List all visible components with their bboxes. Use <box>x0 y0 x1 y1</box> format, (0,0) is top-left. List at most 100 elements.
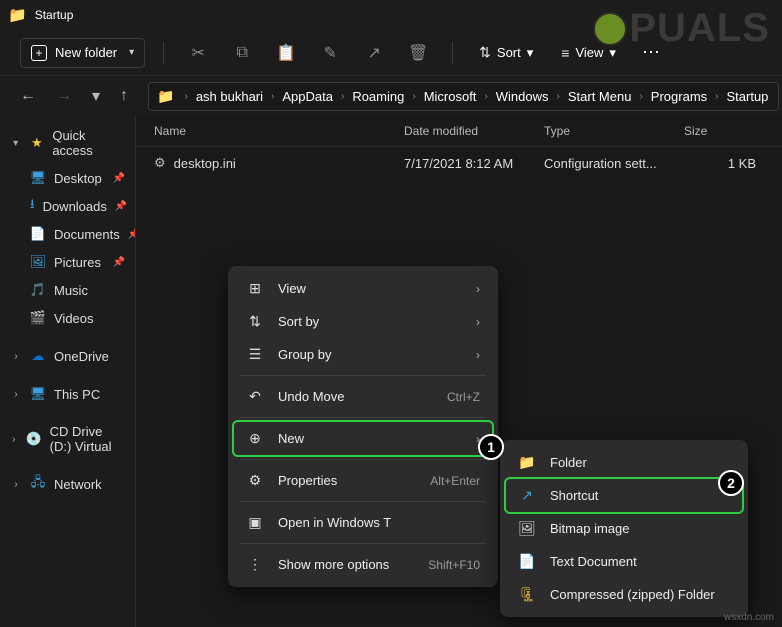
sidebar-item-quick-access[interactable]: ▾★Quick access <box>0 122 135 164</box>
address-bar[interactable]: 📁 › ash bukhari› AppData› Roaming› Micro… <box>148 82 779 111</box>
chevron-icon: › <box>635 91 646 102</box>
group-icon: ☰ <box>246 346 264 363</box>
folder-icon: 📁 <box>518 454 536 471</box>
breadcrumb[interactable]: AppData <box>280 87 335 106</box>
col-name[interactable]: Name <box>154 124 404 138</box>
new-zip[interactable]: 🗜Compressed (zipped) Folder <box>506 578 742 611</box>
sidebar-item-videos[interactable]: 🎬 Videos <box>0 304 135 332</box>
up-button[interactable]: ↑ <box>112 81 136 111</box>
label: This PC <box>54 387 100 402</box>
label: Documents <box>54 227 120 242</box>
chevron-icon: › <box>180 91 191 102</box>
label: Compressed (zipped) Folder <box>550 587 715 602</box>
chevron-down-icon: ▾ <box>129 47 134 58</box>
sidebar-item-this-pc[interactable]: ›🖥This PC <box>0 380 135 408</box>
folder-icon: 📁 <box>8 6 27 24</box>
sidebar-item-pictures[interactable]: 🖼Pictures📌 <box>0 248 135 276</box>
sidebar-item-onedrive[interactable]: ›☁OneDrive <box>0 342 135 370</box>
share-button[interactable]: ↗ <box>358 37 390 69</box>
chevron-icon: › <box>408 91 419 102</box>
separator <box>240 543 486 544</box>
sidebar-item-network[interactable]: ›🖧Network <box>0 470 135 498</box>
col-size[interactable]: Size <box>684 124 764 138</box>
label: New <box>278 431 304 446</box>
new-folder-label: New folder <box>55 45 117 60</box>
new-folder[interactable]: 📁Folder <box>506 446 742 479</box>
col-type[interactable]: Type <box>544 124 684 138</box>
chevron-down-icon: ▾ <box>10 138 21 149</box>
col-modified[interactable]: Date modified <box>404 124 544 138</box>
label: Videos <box>54 311 94 326</box>
chevron-icon: › <box>267 91 278 102</box>
sort-button[interactable]: ⇅ Sort ▾ <box>471 38 541 67</box>
picture-icon: 🖼 <box>30 254 46 270</box>
breadcrumb[interactable]: Startup <box>725 87 771 106</box>
label: OneDrive <box>54 349 109 364</box>
ctx-properties[interactable]: ⚙PropertiesAlt+Enter <box>234 464 492 497</box>
pin-icon: 📌 <box>128 229 136 240</box>
star-icon: ★ <box>29 135 44 151</box>
label: Network <box>54 477 102 492</box>
sidebar-item-music[interactable]: 🎵Music <box>0 276 135 304</box>
ctx-sort-by[interactable]: ⇅Sort by› <box>234 305 492 338</box>
label: Properties <box>278 473 337 488</box>
delete-button[interactable]: 🗑 <box>402 37 434 69</box>
recent-button[interactable]: ▾ <box>84 80 108 112</box>
label: View <box>278 281 306 296</box>
annotation-bubble-2: 2 <box>718 470 744 496</box>
new-folder-button[interactable]: + New folder ▾ <box>20 38 145 68</box>
chevron-right-icon: › <box>476 348 480 362</box>
chevron-down-icon: ▾ <box>527 45 534 61</box>
chevron-right-icon: › <box>476 282 480 296</box>
forward-button[interactable]: → <box>48 81 80 111</box>
sidebar-item-documents[interactable]: 📄 Documents 📌 <box>0 220 135 248</box>
breadcrumb[interactable]: Start Menu <box>566 87 634 106</box>
more-icon: ⋮ <box>246 556 264 573</box>
ctx-undo[interactable]: ↶Undo MoveCtrl+Z <box>234 380 492 413</box>
breadcrumb[interactable]: Programs <box>649 87 709 106</box>
paste-button[interactable]: 📋 <box>270 37 302 69</box>
video-icon: 🎬 <box>30 310 46 326</box>
breadcrumb[interactable]: Windows <box>494 87 551 106</box>
cut-button[interactable]: ✂ <box>182 37 214 69</box>
chevron-icon: › <box>480 91 491 102</box>
mascot-icon <box>593 12 627 46</box>
breadcrumb[interactable]: Roaming <box>350 87 406 106</box>
shortcut: Alt+Enter <box>430 474 480 488</box>
ctx-view[interactable]: ⊞ View › <box>234 272 492 305</box>
label: Undo Move <box>278 389 344 404</box>
window-title: Startup <box>35 8 74 22</box>
breadcrumb[interactable]: Microsoft <box>422 87 479 106</box>
chevron-right-icon: › <box>476 315 480 329</box>
chevron-icon: › <box>711 91 722 102</box>
ctx-more-options[interactable]: ⋮Show more optionsShift+F10 <box>234 548 492 581</box>
text-icon: 📄 <box>518 553 536 570</box>
ini-file-icon: ⚙ <box>154 155 166 171</box>
new-bitmap[interactable]: 🖼Bitmap image <box>506 512 742 545</box>
rename-button[interactable]: ✎ <box>314 37 346 69</box>
label: Music <box>54 283 88 298</box>
breadcrumb[interactable]: ash bukhari <box>194 87 265 106</box>
sidebar-item-desktop[interactable]: 🖥Desktop📌 <box>0 164 135 192</box>
document-icon: 📄 <box>30 226 46 242</box>
grid-icon: ⊞ <box>246 280 264 297</box>
context-menu: ⊞View› ⇅Sort by› ☰Group by› ↶Undo MoveCt… <box>228 266 498 587</box>
back-button[interactable]: ← <box>12 81 44 111</box>
pin-icon: 📌 <box>113 173 125 184</box>
ctx-new[interactable]: ⊕New› <box>234 422 492 455</box>
ctx-open-terminal[interactable]: ▣Open in Windows T <box>234 506 492 539</box>
chevron-icon: › <box>553 91 564 102</box>
copy-button[interactable]: ⧉ <box>226 38 258 68</box>
chevron-icon: › <box>10 434 18 445</box>
chevron-icon: › <box>10 479 22 490</box>
new-text[interactable]: 📄Text Document <box>506 545 742 578</box>
file-row[interactable]: ⚙desktop.ini 7/17/2021 8:12 AM Configura… <box>136 147 782 179</box>
label: Sort by <box>278 314 319 329</box>
navbar: ← → ▾ ↑ 📁 › ash bukhari› AppData› Roamin… <box>0 76 782 116</box>
image-icon: 🖼 <box>518 520 536 537</box>
new-shortcut[interactable]: ↗Shortcut <box>506 479 742 512</box>
ctx-group-by[interactable]: ☰Group by› <box>234 338 492 371</box>
sidebar-item-cd-drive[interactable]: ›💿CD Drive (D:) Virtual <box>0 418 135 460</box>
sidebar-item-downloads[interactable]: ⭳Downloads📌 <box>0 192 135 220</box>
folder-icon: 📁 <box>157 88 174 105</box>
